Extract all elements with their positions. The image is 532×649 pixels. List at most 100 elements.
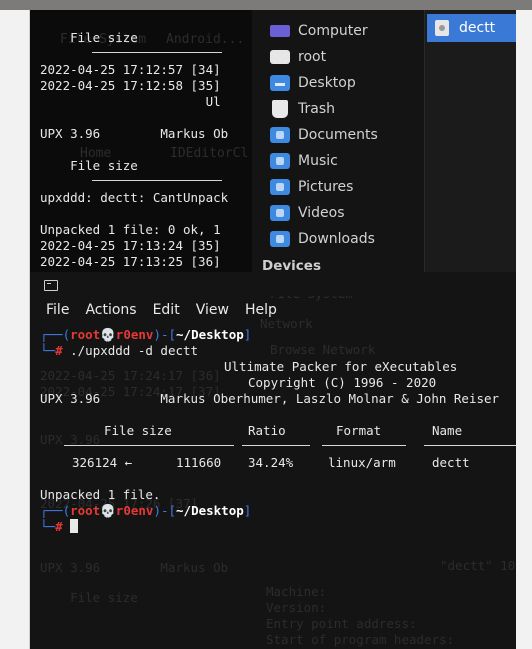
col-header-name: Name [432,423,463,438]
terminal-icon [44,280,58,291]
ghost-text: Machine: [266,584,327,599]
menu-file[interactable]: File [30,302,77,318]
background-terminal[interactable]: File System Android... Home IDEditorCl F… [30,10,252,272]
ghost-text: Version: [266,600,327,615]
ghost-text: 2022-04-25 17:24:17 [36] [40,368,221,383]
col-header-ratio: Ratio [248,423,286,438]
skull-icon: 💀 [100,327,116,342]
bg-line: Ul [40,94,221,109]
bg-line: 2022-04-25 17:12:57 [34] [40,62,221,77]
file-view: dectt [424,10,516,272]
bg-line: File size [40,158,138,173]
ghost-text: "dectt" 100 [440,558,516,573]
devices-heading: Devices [262,258,321,272]
ghost-text: File size [40,590,138,605]
sidebar-item-desktop[interactable]: Desktop [270,72,356,94]
text-cursor [70,519,79,533]
file-name: dectt [459,20,496,36]
divider [322,445,406,446]
sidebar-item-videos[interactable]: Videos [270,202,345,224]
prompt-bracket: )-[ [153,327,177,342]
ghost-text: IDEditorCl [170,146,249,161]
sidebar-item-downloads[interactable]: Downloads [270,228,375,250]
sidebar-item-label: Music [298,153,338,169]
prompt-host: r0env [115,327,154,342]
prompt-hash: # [55,343,63,358]
sidebar-item-trash[interactable]: Trash [270,98,335,120]
home-folder-icon [270,50,290,64]
prompt-bracket: └─ [40,519,56,534]
sidebar-item-label: Videos [298,205,345,221]
file-manager-window[interactable]: Computer root Desktop Trash Documents Mu… [252,10,516,272]
command-text: ./upxddd -d dectt [70,343,199,358]
upx-copyright: Copyright (C) 1996 - 2020 [248,375,437,390]
sidebar-item-computer[interactable]: Computer [270,20,368,42]
bg-line: upxddd: dectt: CantUnpack [40,190,229,205]
bg-line: File size [40,30,138,45]
sidebar-item-label: Trash [298,101,335,117]
upx-version-line: UPX 3.96 Markus Oberhumer, Laszlo Molnar… [40,391,500,406]
music-folder-icon [270,153,290,169]
menu-actions[interactable]: Actions [77,302,144,318]
terminal-titlebar[interactable] [30,272,516,296]
pictures-folder-icon [270,179,290,195]
documents-folder-icon [270,127,290,143]
ghost-text: UPX 3.96 Markus Ob [40,560,229,575]
bg-line: Unpacked 1 file: 0 ok, 1 [40,222,221,237]
sidebar-item-label: Downloads [298,231,375,247]
ghost-text: Entry point address: [266,616,417,631]
divider [64,445,234,446]
menu-help[interactable]: Help [237,302,285,318]
sidebar-item-label: root [298,49,327,65]
upx-header: Ultimate Packer for eXecutables [224,359,458,374]
row-size: 326124 ← [72,455,133,470]
menu-view[interactable]: View [188,302,237,318]
row-ratio: 34.24% [248,455,294,470]
command-line: └─# ./upxddd -d dectt [40,343,198,359]
prompt-host: r0env [115,503,154,518]
prompt-bracket: )-[ [153,503,177,518]
sidebar-item-label: Desktop [298,75,356,91]
bg-line: UPX 3.96 Markus Ob [40,126,229,141]
ghost-text: Browse Network [270,342,376,357]
desktop-folder-icon [270,75,290,91]
prompt-bracket: ] [243,503,252,518]
divider [424,445,516,446]
prompt-user: root [70,503,101,518]
ghost-text: Start of program headers: [266,632,455,647]
sidebar-item-label: Pictures [298,179,354,195]
file-item-selected[interactable]: dectt [427,14,516,42]
prompt-bracket: ] [243,327,252,342]
trash-icon [272,100,288,118]
prompt-bracket: ┌──( [40,503,71,518]
terminal-window[interactable]: File System Network Browse Network 2022-… [30,272,516,649]
sidebar-item-music[interactable]: Music [270,150,338,172]
input-line[interactable]: └─# [40,519,79,535]
divider [92,52,222,53]
computer-icon [270,25,290,37]
prompt-cwd: ~/Desktop [176,503,244,518]
sidebar-item-root[interactable]: root [270,46,326,68]
desktop-left-strip [0,10,30,649]
skull-icon: 💀 [100,503,116,518]
menu-edit[interactable]: Edit [145,302,188,318]
bg-line: 2022-04-25 17:13:24 [35] [40,238,221,253]
file-icon [435,20,449,36]
ghost-text: Android... [166,32,245,47]
divider [242,445,310,446]
col-header-file-size: File size [104,423,172,438]
sidebar-item-pictures[interactable]: Pictures [270,176,353,198]
prompt-cwd: ~/Desktop [176,327,244,342]
window-top-border [0,0,532,10]
videos-folder-icon [270,205,290,221]
sidebar-item-label: Documents [298,127,378,143]
desktop-right-strip [516,10,532,649]
divider [92,180,222,181]
row-name: dectt [432,455,470,470]
col-header-format: Format [336,423,382,438]
prompt-line: ┌──(root💀r0env)-[~/Desktop] [40,327,251,343]
prompt-bracket: ┌──( [40,327,71,342]
sidebar-item-documents[interactable]: Documents [270,124,378,146]
prompt-user: root [70,327,101,342]
row-format: linux/arm [328,455,396,470]
